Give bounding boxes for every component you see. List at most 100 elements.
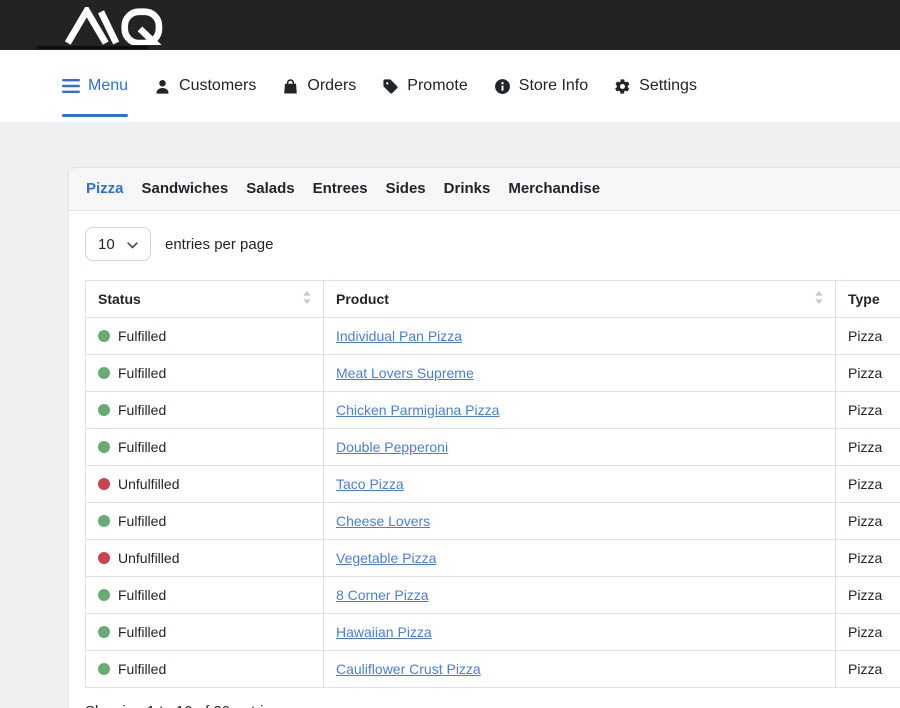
status-dot: [98, 367, 110, 379]
status-dot: [98, 330, 110, 342]
product-link[interactable]: Cheese Lovers: [336, 513, 430, 529]
status-dot: [98, 552, 110, 564]
entries-per-page-row: 10 entries per page: [85, 227, 900, 261]
status-dot: [98, 478, 110, 490]
table-row: Fulfilled Individual Pan Pizza Pizza: [86, 318, 900, 355]
product-cell: Double Pepperoni: [324, 429, 836, 466]
product-link[interactable]: Vegetable Pizza: [336, 550, 436, 566]
product-link[interactable]: Hawaiian Pizza: [336, 624, 432, 640]
nav-item-promote[interactable]: Promote: [382, 50, 467, 122]
product-cell: Individual Pan Pizza: [324, 318, 836, 355]
card-body: 10 entries per page Status: [69, 211, 900, 708]
column-header-product[interactable]: Product: [324, 281, 836, 318]
status-dot: [98, 515, 110, 527]
person-icon: [154, 78, 171, 95]
status-cell: Fulfilled: [86, 614, 324, 651]
status-dot: [98, 441, 110, 453]
product-cell: Meat Lovers Supreme: [324, 355, 836, 392]
tab-merchandise[interactable]: Merchandise: [508, 179, 600, 199]
entries-per-page-select[interactable]: 10: [85, 227, 151, 261]
product-link[interactable]: Individual Pan Pizza: [336, 328, 462, 344]
nav-item-label: Orders: [307, 77, 356, 95]
table-row: Fulfilled Hawaiian Pizza Pizza: [86, 614, 900, 651]
product-cell: Hawaiian Pizza: [324, 614, 836, 651]
tab-entrees[interactable]: Entrees: [313, 179, 368, 199]
type-cell: Pizza: [836, 466, 900, 503]
table-summary: Showing 1 to 10 of 20 entries: [85, 702, 900, 708]
info-circle-icon: [494, 78, 511, 95]
tab-sides[interactable]: Sides: [386, 179, 426, 199]
product-cell: Vegetable Pizza: [324, 540, 836, 577]
type-cell: Pizza: [836, 651, 900, 688]
status-label: Fulfilled: [118, 402, 166, 418]
hamburger-icon: [62, 79, 80, 93]
tab-salads[interactable]: Salads: [246, 179, 294, 199]
nav-item-store-info[interactable]: Store Info: [494, 50, 588, 122]
tab-sandwiches[interactable]: Sandwiches: [142, 179, 229, 199]
status-label: Fulfilled: [118, 624, 166, 640]
table-row: Fulfilled Cheese Lovers Pizza: [86, 503, 900, 540]
table-row: Fulfilled Cauliflower Crust Pizza Pizza: [86, 651, 900, 688]
table-row: Fulfilled 8 Corner Pizza Pizza: [86, 577, 900, 614]
status-label: Fulfilled: [118, 365, 166, 381]
tag-icon: [382, 78, 399, 95]
status-dot: [98, 663, 110, 675]
product-link[interactable]: Meat Lovers Supreme: [336, 365, 474, 381]
tab-pizza[interactable]: Pizza: [86, 179, 124, 199]
type-cell: Pizza: [836, 577, 900, 614]
type-cell: Pizza: [836, 392, 900, 429]
top-app-bar: [0, 0, 900, 50]
entries-per-page-label: entries per page: [165, 236, 273, 253]
nav-item-label: Customers: [179, 77, 256, 95]
product-link[interactable]: Cauliflower Crust Pizza: [336, 661, 481, 677]
logo-underline: [37, 46, 148, 49]
column-header-status[interactable]: Status: [86, 281, 324, 318]
sort-icon: [815, 289, 823, 309]
type-cell: Pizza: [836, 355, 900, 392]
nav-item-label: Store Info: [519, 77, 588, 95]
type-cell: Pizza: [836, 318, 900, 355]
category-tabs: Pizza Sandwiches Salads Entrees Sides Dr…: [69, 168, 900, 211]
status-cell: Fulfilled: [86, 503, 324, 540]
nav-item-settings[interactable]: Settings: [614, 50, 697, 122]
table-row: Fulfilled Meat Lovers Supreme Pizza: [86, 355, 900, 392]
entries-per-page-value: 10: [98, 236, 115, 253]
status-label: Unfulfilled: [118, 476, 179, 492]
type-cell: Pizza: [836, 429, 900, 466]
active-nav-underline: [62, 114, 128, 117]
type-cell: Pizza: [836, 614, 900, 651]
status-cell: Fulfilled: [86, 429, 324, 466]
type-cell: Pizza: [836, 503, 900, 540]
status-cell: Unfulfilled: [86, 466, 324, 503]
product-cell: Chicken Parmigiana Pizza: [324, 392, 836, 429]
product-cell: Taco Pizza: [324, 466, 836, 503]
status-label: Fulfilled: [118, 587, 166, 603]
status-dot: [98, 404, 110, 416]
table-row: Unfulfilled Taco Pizza Pizza: [86, 466, 900, 503]
product-link[interactable]: Taco Pizza: [336, 476, 404, 492]
sort-icon: [303, 289, 311, 309]
product-link[interactable]: Chicken Parmigiana Pizza: [336, 402, 499, 418]
aiq-logo: [63, 7, 177, 50]
product-cell: Cheese Lovers: [324, 503, 836, 540]
nav-item-customers[interactable]: Customers: [154, 50, 256, 122]
nav-item-label: Settings: [639, 77, 697, 95]
shopping-bag-icon: [282, 78, 299, 95]
column-header-type: Type: [836, 281, 900, 318]
status-cell: Unfulfilled: [86, 540, 324, 577]
tab-drinks[interactable]: Drinks: [444, 179, 491, 199]
status-label: Unfulfilled: [118, 550, 179, 566]
table-header-row: Status Product Type: [86, 281, 900, 318]
menu-card: Pizza Sandwiches Salads Entrees Sides Dr…: [68, 167, 900, 708]
product-link[interactable]: 8 Corner Pizza: [336, 587, 429, 603]
status-label: Fulfilled: [118, 328, 166, 344]
nav-item-label: Menu: [88, 77, 128, 95]
chevron-down-icon: [127, 236, 138, 253]
products-table: Status Product Type: [85, 280, 900, 688]
status-dot: [98, 626, 110, 638]
nav-item-menu[interactable]: Menu: [62, 50, 128, 122]
primary-nav: Menu Customers Orders Promote Store Info…: [0, 50, 900, 122]
type-cell: Pizza: [836, 540, 900, 577]
product-link[interactable]: Double Pepperoni: [336, 439, 448, 455]
nav-item-orders[interactable]: Orders: [282, 50, 356, 122]
